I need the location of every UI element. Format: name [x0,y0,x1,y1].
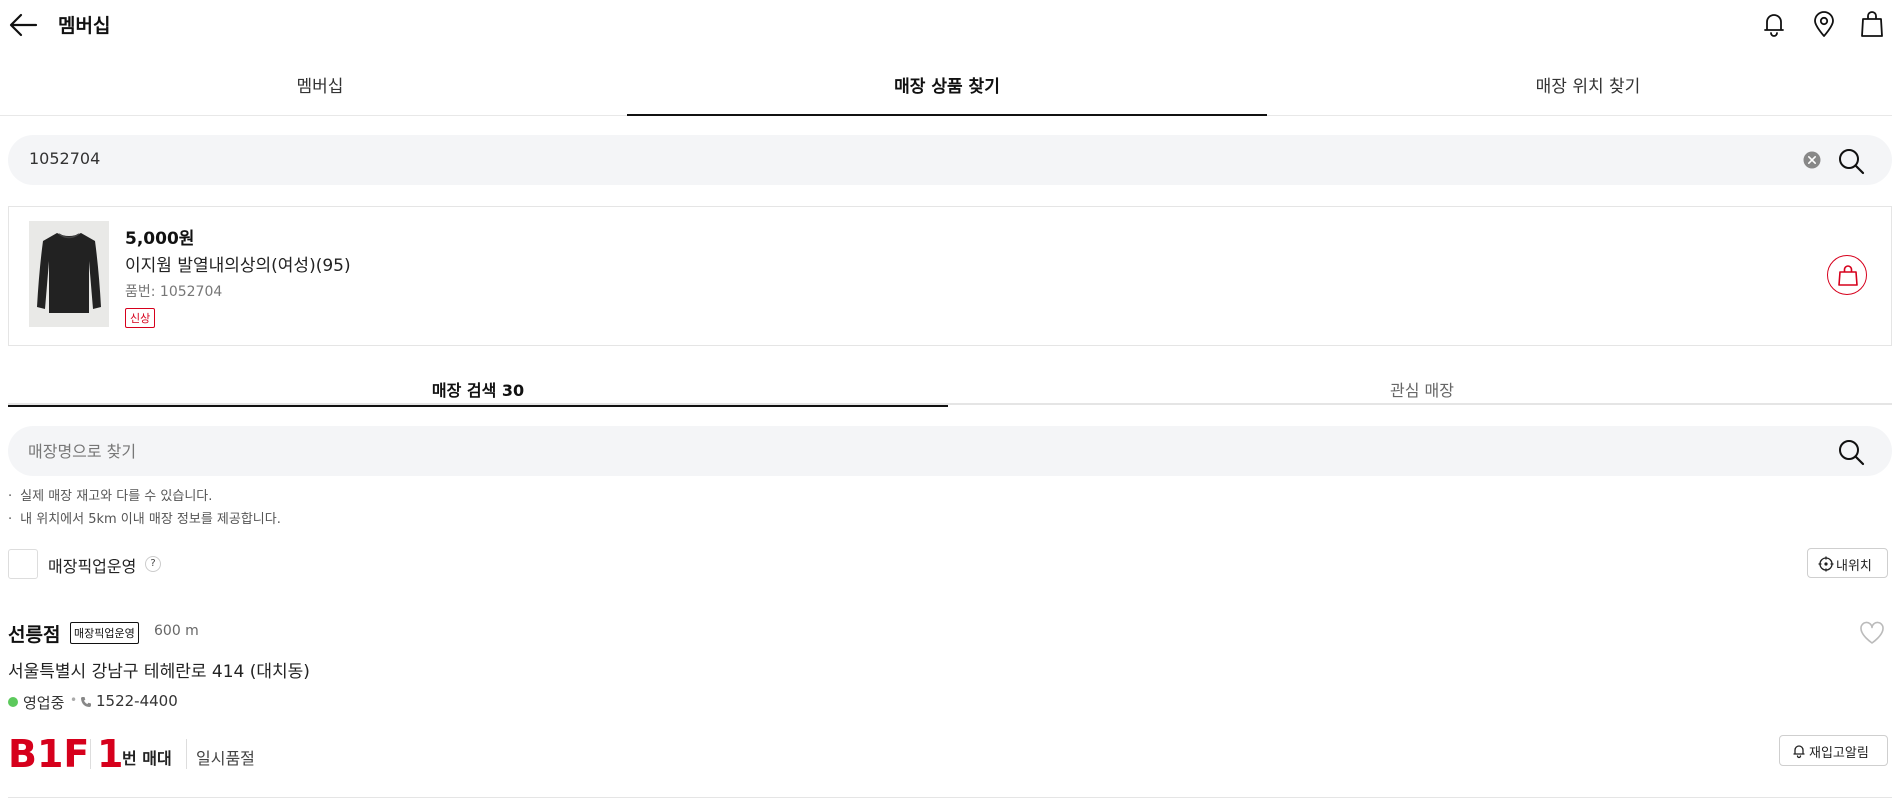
back-arrow-icon[interactable] [8,12,38,38]
product-card[interactable]: 5,000원 이지웜 발열내의상의(여성)(95) 품번: 1052704 신상 [8,206,1892,346]
tab-store-product-search[interactable]: 매장 상품 찾기 [627,60,1267,116]
tab-favorite-stores[interactable]: 관심 매장 [952,367,1892,405]
aisle-unit: 번 매대 [122,749,172,768]
page-title: 멤버십 [58,15,111,37]
separator-dot: • [70,693,78,707]
store-distance: 600 m [154,623,199,639]
header: 멤버십 [0,0,1892,50]
clear-icon[interactable] [1803,151,1821,169]
pickup-checkbox[interactable] [8,549,38,579]
bell-icon[interactable] [1759,9,1789,39]
help-icon[interactable]: ? [145,556,161,572]
new-badge: 신상 [125,308,156,328]
pickup-label[interactable]: 매장픽업운영 [48,553,136,577]
shopping-bag-icon[interactable] [1857,9,1887,39]
tab-membership[interactable]: 멤버십 [0,60,640,116]
divider [90,739,91,769]
phone-icon [81,697,91,707]
divider [186,739,187,769]
store-tabs: 매장 검색 30 관심 매장 [8,367,1892,407]
open-status-dot [8,697,18,707]
store-search-bar [8,426,1892,476]
divider [8,797,1892,798]
product-thumbnail [29,221,109,327]
store-phone[interactable]: 1522-4400 [96,692,178,710]
tab-store-search[interactable]: 매장 검색 30 [8,367,948,407]
sweater-image [37,233,101,313]
search-icon[interactable] [1837,147,1865,175]
search-icon[interactable] [1837,438,1865,466]
product-name: 이지웜 발열내의상의(여성)(95) [125,256,351,276]
stock-status: 일시품절 [196,749,255,768]
pickup-badge: 매장픽업운영 [70,622,139,644]
product-price: 5,000원 [125,229,195,249]
location-pin-icon[interactable] [1809,9,1839,39]
aisle-number: 1 [97,732,124,776]
notice-line: · 실제 매장 재고와 다를 수 있습니다. [8,489,213,504]
crosshair-icon [1818,556,1834,572]
store-status: 영업중 [23,694,65,712]
restock-alert-button[interactable]: 재입고알림 [1779,735,1888,766]
store-search-input[interactable] [28,438,1808,464]
tab-store-location-search[interactable]: 매장 위치 찾기 [1268,60,1892,116]
notice-line: · 내 위치에서 5km 이내 매장 정보를 제공합니다. [8,512,281,527]
store-name[interactable]: 선릉점 [8,620,60,647]
bell-icon [1793,745,1805,759]
shopping-bag-icon [1838,265,1858,286]
product-code: 품번: 1052704 [125,284,223,300]
floor-label: B1F [8,732,90,776]
store-address: 서울특별시 강남구 테헤란로 414 (대치동) [8,662,310,682]
product-search-bar: 1052704 [8,135,1892,185]
add-to-bag-button[interactable] [1827,255,1867,295]
my-location-button[interactable]: 내위치 [1807,548,1888,578]
product-search-input[interactable]: 1052704 [29,149,100,168]
main-tabs: 멤버십 매장 상품 찾기 매장 위치 찾기 [0,60,1892,116]
heart-icon[interactable] [1858,620,1886,646]
